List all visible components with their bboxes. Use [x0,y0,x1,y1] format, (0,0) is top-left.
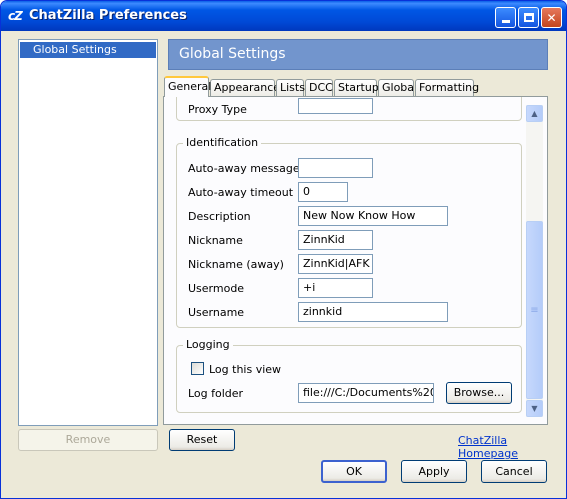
tab-lists[interactable]: Lists [276,79,305,97]
log-folder-label: Log folder [188,387,244,400]
preferences-window: cZ ChatZilla Preferences ✕ Global Settin… [0,0,567,499]
ok-button[interactable]: OK [321,460,387,483]
nickname-away-field[interactable]: ZinnKid|AFK [298,254,373,274]
tab-general[interactable]: General [164,76,211,97]
username-label: Username [188,306,245,319]
identification-caption: Identification [183,136,262,149]
minimize-button[interactable] [495,7,516,28]
scrollbar-thumb[interactable]: ≡ [526,221,543,399]
log-this-view-label[interactable]: Log this view [209,363,281,376]
section-title: Global Settings [179,46,286,62]
description-label: Description [188,210,251,223]
usermode-field[interactable]: +i [298,278,373,298]
tab-formatting[interactable]: Formatting [415,79,479,97]
log-this-view-checkbox[interactable] [191,362,204,375]
chatzilla-homepage-link[interactable]: ChatZilla Homepage [458,434,566,460]
close-button[interactable]: ✕ [541,7,562,28]
general-tab-panel: Proxy Type Identification Auto-away mess… [163,96,548,425]
tab-dcc[interactable]: DCC [305,79,333,97]
preferences-category-list[interactable]: Global Settings [18,39,158,426]
auto-away-message-label: Auto-away message [188,162,300,175]
scroll-down-button[interactable]: ▼ [526,400,543,417]
logging-caption: Logging [183,338,233,351]
auto-away-timeout-label: Auto-away timeout [188,186,294,199]
nickname-label: Nickname [188,234,243,247]
nickname-field[interactable]: ZinnKid [298,230,373,250]
remove-button[interactable]: Remove [18,429,158,451]
chevron-down-icon: ▼ [531,404,538,413]
grip-icon: ≡ [530,304,539,316]
apply-button[interactable]: Apply [401,460,467,483]
scroll-up-button[interactable]: ▲ [526,105,543,122]
reset-button[interactable]: Reset [169,429,235,451]
description-field[interactable]: New Now Know How [298,206,448,226]
maximize-icon [523,13,534,22]
title-bar[interactable]: cZ ChatZilla Preferences ✕ [1,1,566,31]
log-folder-field[interactable]: file:///C:/Documents%20a [298,383,434,403]
list-item-global-settings[interactable]: Global Settings [20,42,156,58]
close-icon: ✕ [546,10,557,25]
maximize-button[interactable] [518,7,539,28]
proxy-type-label: Proxy Type [188,103,247,116]
auto-away-timeout-field[interactable]: 0 [298,182,348,202]
settings-scrollbar[interactable]: ▲ ≡ ▼ [526,105,543,417]
minimize-icon [501,20,510,23]
section-header: Global Settings [168,39,548,70]
proxy-group: Proxy Type [176,97,522,121]
chevron-up-icon: ▲ [531,109,538,118]
settings-scroll-area: Proxy Type Identification Auto-away mess… [164,97,524,424]
cancel-button[interactable]: Cancel [481,460,547,483]
window-title: ChatZilla Preferences [29,8,187,23]
tab-global[interactable]: Global [378,79,417,97]
username-field[interactable]: zinnkid [298,302,448,322]
tab-appearance[interactable]: Appearance [210,79,280,97]
proxy-type-field[interactable] [298,98,373,114]
chatzilla-app-icon: cZ [8,9,23,23]
nickname-away-label: Nickname (away) [188,258,284,271]
usermode-label: Usermode [188,282,245,295]
browse-button[interactable]: Browse... [446,382,512,404]
auto-away-message-field[interactable] [298,158,373,178]
tab-startup[interactable]: Startup [334,79,379,97]
